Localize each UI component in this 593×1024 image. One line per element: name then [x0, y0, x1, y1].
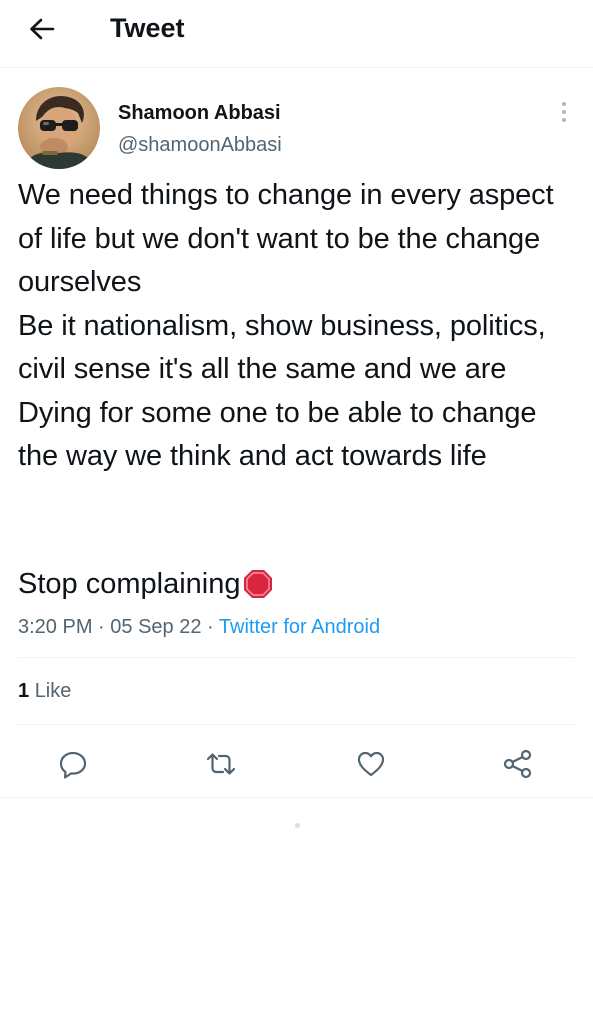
- page-title: Tweet: [110, 13, 185, 43]
- tweet-closing-text: Stop complaining: [18, 568, 241, 600]
- divider: [18, 724, 574, 725]
- meta-separator: ·: [207, 616, 214, 638]
- likes-count-link[interactable]: 1 Like: [18, 677, 71, 705]
- top-app-bar: Tweet: [0, 0, 593, 68]
- back-button[interactable]: [20, 12, 64, 46]
- retweet-icon: [206, 753, 236, 775]
- reply-icon: [59, 751, 87, 779]
- tweet-text: We need things to change in every aspect…: [18, 174, 583, 479]
- divider: [0, 797, 593, 798]
- meta-separator: ·: [98, 616, 105, 638]
- author-handle[interactable]: @shamoonAbbasi: [118, 132, 282, 158]
- divider: [18, 657, 574, 658]
- more-dot-icon: [562, 118, 566, 122]
- share-icon: [503, 749, 532, 779]
- tweet-meta: 3:20 PM · 05 Sep 22 · Twitter for Androi…: [18, 613, 380, 641]
- tweet-paragraph: Be it nationalism, show business, politi…: [18, 309, 554, 473]
- author-name[interactable]: Shamoon Abbasi: [118, 100, 281, 126]
- loading-indicator: [295, 823, 300, 828]
- retweet-button[interactable]: [201, 744, 241, 784]
- more-dot-icon: [562, 110, 566, 114]
- tweet-action-bar: [0, 738, 593, 786]
- stop-sign-icon: [244, 570, 273, 598]
- likes-count: 1: [18, 680, 30, 702]
- heart-icon: [357, 751, 385, 777]
- tweet-time: 3:20 PM: [18, 616, 93, 638]
- tweet-paragraph: We need things to change in every aspect…: [18, 179, 562, 298]
- more-dot-icon: [562, 102, 566, 106]
- arrow-left-icon: [30, 18, 55, 40]
- avatar[interactable]: [18, 87, 100, 169]
- reply-button[interactable]: [53, 744, 93, 784]
- more-options-button[interactable]: [552, 98, 576, 126]
- tweet-date: 05 Sep 22: [110, 616, 202, 638]
- share-button[interactable]: [498, 744, 538, 784]
- like-button[interactable]: [351, 744, 391, 784]
- tweet-closing-line: Stop complaining: [18, 562, 274, 606]
- tweet-source-link[interactable]: Twitter for Android: [219, 616, 380, 638]
- likes-label: Like: [34, 680, 72, 702]
